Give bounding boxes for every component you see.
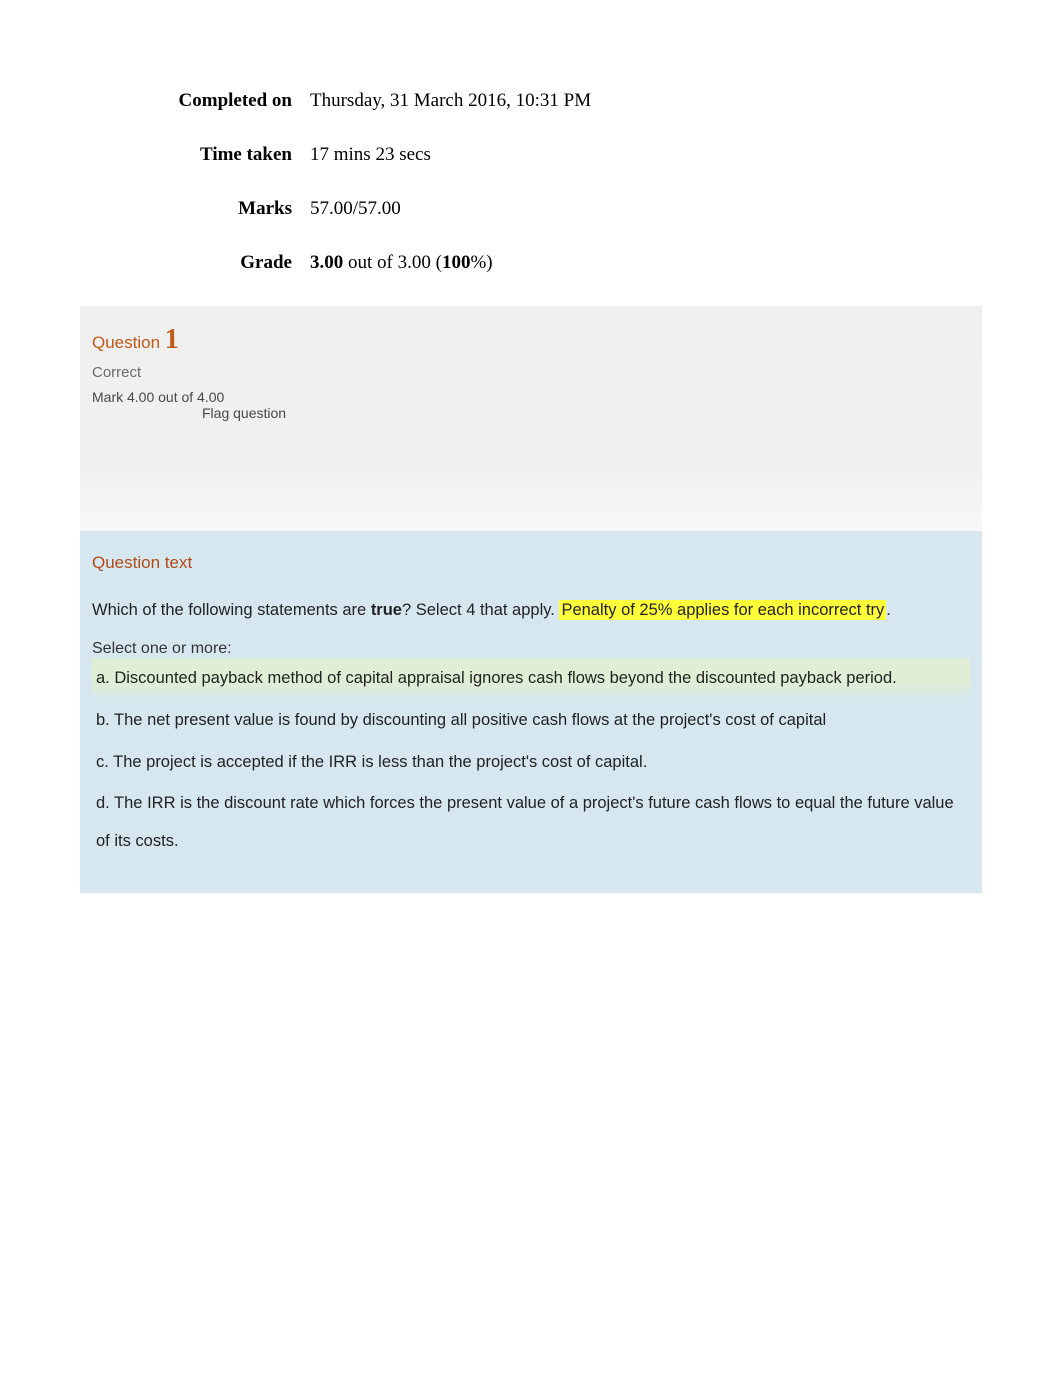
- penalty-text: Penalty of 25% applies for each incorrec…: [559, 600, 886, 620]
- question-label: Question: [92, 333, 165, 352]
- option-a[interactable]: a. Discounted payback method of capital …: [92, 658, 970, 700]
- time-taken-value: 17 mins 23 secs: [310, 144, 431, 166]
- question-mark: Mark 4.00 out of 4.00: [92, 389, 982, 405]
- option-b[interactable]: b. The net present value is found by dis…: [92, 700, 970, 742]
- question-prompt: Which of the following statements are tr…: [92, 593, 970, 628]
- grade-pct: 100: [442, 252, 471, 273]
- summary-row-completed: Completed on Thursday, 31 March 2016, 10…: [80, 90, 982, 112]
- grade-score: 3.00: [310, 252, 343, 273]
- question-number: 1: [165, 324, 179, 355]
- summary-table: Completed on Thursday, 31 March 2016, 10…: [80, 90, 982, 274]
- marks-label: Marks: [80, 198, 310, 220]
- prompt-post: ? Select 4 that apply.: [402, 601, 559, 619]
- option-c[interactable]: c. The project is accepted if the IRR is…: [92, 742, 970, 784]
- question-heading: Question 1: [92, 324, 982, 356]
- grade-end: %): [470, 252, 492, 273]
- grade-label: Grade: [80, 252, 310, 274]
- prompt-pre: Which of the following statements are: [92, 601, 371, 619]
- completed-on-label: Completed on: [80, 90, 310, 112]
- question-text-block: Question text Which of the following sta…: [80, 531, 982, 893]
- grade-value: 3.00 out of 3.00 (100%): [310, 252, 493, 274]
- summary-row-grade: Grade 3.00 out of 3.00 (100%): [80, 252, 982, 274]
- time-taken-label: Time taken: [80, 144, 310, 166]
- question-status: Correct: [92, 364, 982, 381]
- question-text-heading: Question text: [92, 553, 970, 573]
- flag-question-link[interactable]: Flag question: [92, 405, 982, 421]
- marks-value: 57.00/57.00: [310, 198, 401, 220]
- option-d[interactable]: d. The IRR is the discount rate which fo…: [92, 783, 970, 863]
- completed-on-value: Thursday, 31 March 2016, 10:31 PM: [310, 90, 591, 112]
- summary-row-marks: Marks 57.00/57.00: [80, 198, 982, 220]
- prompt-true: true: [371, 601, 402, 619]
- select-one-or-more: Select one or more:: [92, 640, 970, 658]
- question-info-block: Question 1 Correct Mark 4.00 out of 4.00…: [80, 306, 982, 531]
- summary-row-time: Time taken 17 mins 23 secs: [80, 144, 982, 166]
- grade-mid: out of 3.00 (: [343, 252, 442, 273]
- penalty-dot: .: [886, 601, 891, 619]
